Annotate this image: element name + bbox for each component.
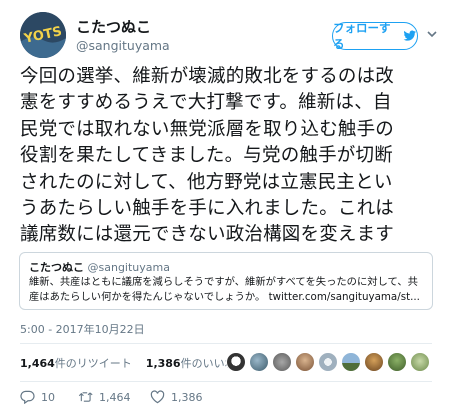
engagement-stats: 1,464件のリツイート 1,386件のいいね [20,351,250,375]
tweet-line: うあたらしい触手を手に入れました。これは [20,198,395,220]
user-handle[interactable]: @sangituyama [76,37,170,55]
quote-line: 維新、共産はともに議席を減らしそうですが、維新がすべてを失ったのに対して、共 [29,276,418,288]
tweet-line: 役割を果たしてきました。与党の触手が切断 [20,145,393,167]
like-count-stat[interactable]: 1,386件のいいね [146,355,236,371]
like-action-count: 1,386 [171,390,203,404]
liker-avatar[interactable] [295,352,315,372]
avatar[interactable]: YOTS [20,12,66,58]
divider [20,343,432,344]
liker-avatar[interactable] [272,352,292,372]
tweet-line: 今回の選挙、維新が壊滅的敗北をするのは改 [20,66,395,87]
follow-button[interactable]: フォローする [332,21,418,51]
reply-button[interactable]: 10 [20,390,78,404]
quote-line: 産はあたらしい何かを得たんじゃないでしょうか。 twitter.com/sang… [29,291,420,303]
liker-avatar[interactable] [318,352,338,372]
reply-count: 10 [41,390,55,404]
follow-button-label: フォローする [333,21,391,51]
tweet-text: 今回の選挙、維新が壊滅的敗北をするのは改 憲をすすめるうえで大打撃です。維新は、… [20,64,440,249]
liker-avatar[interactable] [387,352,407,372]
retweet-count-stat[interactable]: 1,464件のリツイート [20,355,132,371]
divider [20,381,432,382]
liker-avatar[interactable] [226,352,246,372]
tweet-line: されたのに対して、他方野党は立憲民主とい [20,171,393,193]
liker-avatar[interactable] [364,352,384,372]
bird-icon [403,30,417,41]
retweet-action-count: 1,464 [99,390,131,404]
tweet-line: 憲をすすめるうえで大打撃です。維新は、自 [20,92,392,114]
tweet-timestamp[interactable]: 5:00 - 2017年10月22日 [20,321,145,337]
retweet-count: 1,464 [20,357,55,370]
quote-handle: @sangituyama [87,261,170,274]
retweet-count-label: 件のリツイート [54,357,132,370]
tweet-actions: 10 1,464 1,386 [20,390,220,404]
liker-avatars [226,352,430,372]
quoted-tweet[interactable]: こたつぬこ @sangituyama 維新、共産はともに議席を減らしそうですが、… [19,252,433,310]
retweet-icon [78,392,93,402]
reply-icon [20,390,35,404]
tweet-line: 議席数には還元できない政治構図を変えます [20,224,395,246]
tweet-header: YOTS こたつぬこ @sangituyama フォローする [20,12,438,60]
heart-icon [150,390,165,404]
chevron-down-icon[interactable] [426,28,438,40]
quote-display-name: こたつぬこ [29,261,84,274]
liker-avatar[interactable] [341,352,361,372]
like-count: 1,386 [145,357,181,370]
display-name[interactable]: こたつぬこ [76,17,170,37]
liker-avatar[interactable] [249,352,269,372]
retweet-button[interactable]: 1,464 [78,390,150,404]
liker-avatar[interactable] [410,352,430,372]
like-button[interactable]: 1,386 [150,390,220,404]
tweet-line: 民党では取れない無党派層を取り込む触手の [20,118,395,140]
